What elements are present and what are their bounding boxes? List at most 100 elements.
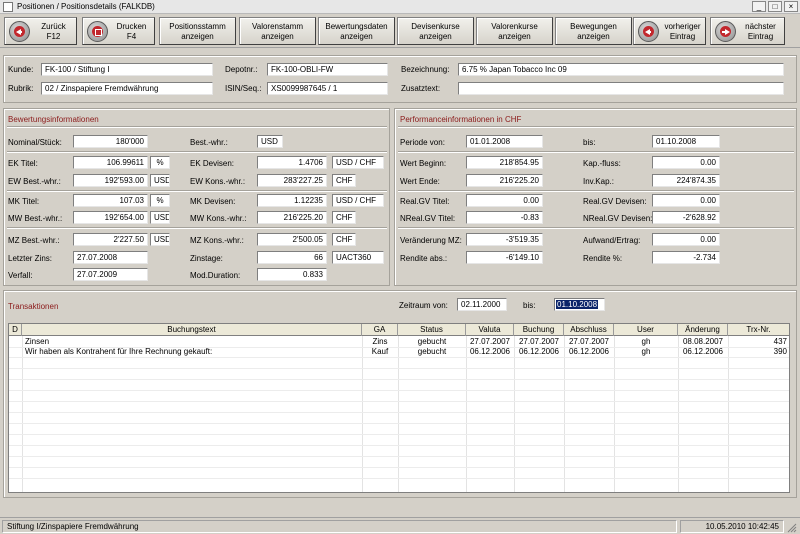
- cell-buchungstext: Zinsen: [25, 337, 50, 346]
- col-trxnr[interactable]: Trx-Nr.: [728, 324, 789, 336]
- mzbest-unit: USD: [150, 233, 170, 246]
- ektitel-field[interactable]: 106.99611: [73, 156, 148, 169]
- nominal-field[interactable]: 180'000: [73, 135, 148, 148]
- zeitraum-von-field[interactable]: 02.11.2000: [457, 298, 507, 311]
- realgvtitel-field[interactable]: 0.00: [466, 194, 543, 207]
- renditepct-field[interactable]: -2.734: [652, 251, 720, 264]
- col-aenderung[interactable]: Änderung: [678, 324, 728, 336]
- periode-bis-field[interactable]: 01.10.2008: [652, 135, 720, 148]
- wertende-field[interactable]: 216'225.20: [466, 174, 543, 187]
- maximize-button[interactable]: □: [768, 1, 782, 12]
- resize-grip-icon[interactable]: [786, 522, 797, 533]
- bewegungen-button[interactable]: Bewegungen anzeigen: [555, 17, 632, 45]
- kapfluss-field[interactable]: 0.00: [652, 156, 720, 169]
- cell-valuta: 27.07.2007: [469, 337, 511, 346]
- bezeichnung-field[interactable]: 6.75 % Japan Tobacco Inc 09: [458, 63, 784, 76]
- mzbest-label: MZ Best.-whr.:: [8, 236, 60, 245]
- table-row[interactable]: Zinsen Zins gebucht 27.07.2007 27.07.200…: [9, 337, 789, 347]
- cell-user: gh: [641, 347, 651, 356]
- table-row[interactable]: Wir haben als Kontrahent für Ihre Rechnu…: [9, 347, 789, 357]
- isin-field[interactable]: XS0099987645 / 1: [267, 82, 388, 95]
- wertbeginn-label: Wert Beginn:: [400, 159, 447, 168]
- ewkons-label: EW Kons.-whr.:: [190, 177, 246, 186]
- zeitraum-bis-field[interactable]: 01.10.2008: [554, 298, 605, 311]
- valorenstamm-button[interactable]: Valorenstamm anzeigen: [239, 17, 316, 45]
- transaktionen-title: Transaktionen: [8, 302, 59, 311]
- ektitel-unit: %: [150, 156, 170, 169]
- realgvdev-field[interactable]: 0.00: [652, 194, 720, 207]
- modduration-field[interactable]: 0.833: [257, 268, 327, 281]
- row-line: [9, 390, 789, 391]
- cell-buchungstext: Wir haben als Kontrahent für Ihre Rechnu…: [25, 347, 213, 356]
- ewbest-label: EW Best.-whr.:: [8, 177, 61, 186]
- cell-user: gh: [641, 337, 651, 346]
- next-entry-button[interactable]: nächster Eintrag: [710, 17, 785, 45]
- cell-d: [9, 337, 22, 347]
- zinstage-field[interactable]: 66: [257, 251, 327, 264]
- invkap-field[interactable]: 224'874.35: [652, 174, 720, 187]
- bestwhr-field[interactable]: USD: [257, 135, 283, 148]
- valorenkurse-button[interactable]: Valorenkurse anzeigen: [476, 17, 553, 45]
- col-buchung[interactable]: Buchung: [514, 324, 564, 336]
- cell-status: gebucht: [417, 347, 447, 356]
- col-user[interactable]: User: [614, 324, 678, 336]
- cell-d: [9, 347, 22, 357]
- bewertungsdaten-button[interactable]: Bewertungsdaten anzeigen: [318, 17, 395, 45]
- row-line: [9, 401, 789, 402]
- nrealgvtitel-label: NReal.GV Titel:: [400, 214, 456, 223]
- nrealgvdev-field[interactable]: -2'628.92: [652, 211, 720, 224]
- col-status[interactable]: Status: [398, 324, 466, 336]
- nrealgvtitel-field[interactable]: -0.83: [466, 211, 543, 224]
- cell-trxnr: 390: [773, 347, 787, 356]
- periode-bis-label: bis:: [583, 138, 596, 147]
- mwbest-field[interactable]: 192'654.00: [73, 211, 148, 224]
- zeitraum-bis-label: bis:: [523, 301, 536, 310]
- cell-status: gebucht: [417, 337, 447, 346]
- previous-entry-button[interactable]: vorheriger Eintrag: [633, 17, 706, 45]
- zusatztext-field[interactable]: [458, 82, 784, 95]
- wertbeginn-field[interactable]: 218'854.95: [466, 156, 543, 169]
- renditeabs-field[interactable]: -6'149.10: [466, 251, 543, 264]
- row-line: [9, 456, 789, 457]
- close-button[interactable]: ×: [784, 1, 798, 12]
- mwbest-unit: USD: [150, 211, 170, 224]
- col-valuta[interactable]: Valuta: [466, 324, 514, 336]
- ekdevisen-field[interactable]: 1.4706: [257, 156, 327, 169]
- cell-aenderung: 06.12.2006: [682, 347, 724, 356]
- print-button[interactable]: Drucken F4: [82, 17, 155, 45]
- veraenderung-field[interactable]: -3'519.35: [466, 233, 543, 246]
- ewkons-field[interactable]: 283'227.25: [257, 174, 327, 187]
- cell-buchung: 06.12.2006: [518, 347, 560, 356]
- depotnr-field[interactable]: FK-100-OBLI-FW: [267, 63, 388, 76]
- ekdevisen-label: EK Devisen:: [190, 159, 235, 168]
- mktitel-field[interactable]: 107.03: [73, 194, 148, 207]
- mzbest-field[interactable]: 2'227.50: [73, 233, 148, 246]
- back-button[interactable]: Zurück F12: [4, 17, 77, 45]
- positionsstamm-button[interactable]: Positionsstamm anzeigen: [159, 17, 236, 45]
- row-line: [9, 467, 789, 468]
- kunde-field[interactable]: FK-100 / Stiftung I: [41, 63, 213, 76]
- transactions-table[interactable]: D Buchungstext GA Status Valuta Buchung …: [8, 323, 790, 493]
- rubrik-field[interactable]: 02 / Zinspapiere Fremdwährung: [41, 82, 213, 95]
- periode-von-field[interactable]: 01.01.2008: [466, 135, 543, 148]
- wertende-label: Wert Ende:: [400, 177, 440, 186]
- letzterzins-field[interactable]: 27.07.2008: [73, 251, 148, 264]
- mkdevisen-field[interactable]: 1.12235: [257, 194, 327, 207]
- col-buchungstext[interactable]: Buchungstext: [22, 324, 362, 336]
- mwkons-field[interactable]: 216'225.20: [257, 211, 327, 224]
- minimize-button[interactable]: _: [752, 1, 766, 12]
- periode-label: Periode von:: [400, 138, 445, 147]
- col-abschluss[interactable]: Abschluss: [564, 324, 614, 336]
- status-datetime: 10.05.2010 10:42:45: [680, 520, 784, 533]
- col-ga[interactable]: GA: [362, 324, 398, 336]
- devisenkurse-button[interactable]: Devisenkurse anzeigen: [397, 17, 474, 45]
- ekdevisen-unit: USD / CHF: [332, 156, 384, 169]
- mzkons-field[interactable]: 2'500.05: [257, 233, 327, 246]
- ewbest-field[interactable]: 192'593.00: [73, 174, 148, 187]
- divider: [398, 190, 794, 191]
- back-arrow-icon: [9, 21, 30, 42]
- col-d[interactable]: D: [9, 324, 22, 336]
- aufwand-field[interactable]: 0.00: [652, 233, 720, 246]
- verfall-field[interactable]: 27.07.2009: [73, 268, 148, 281]
- grid-line: [398, 336, 399, 492]
